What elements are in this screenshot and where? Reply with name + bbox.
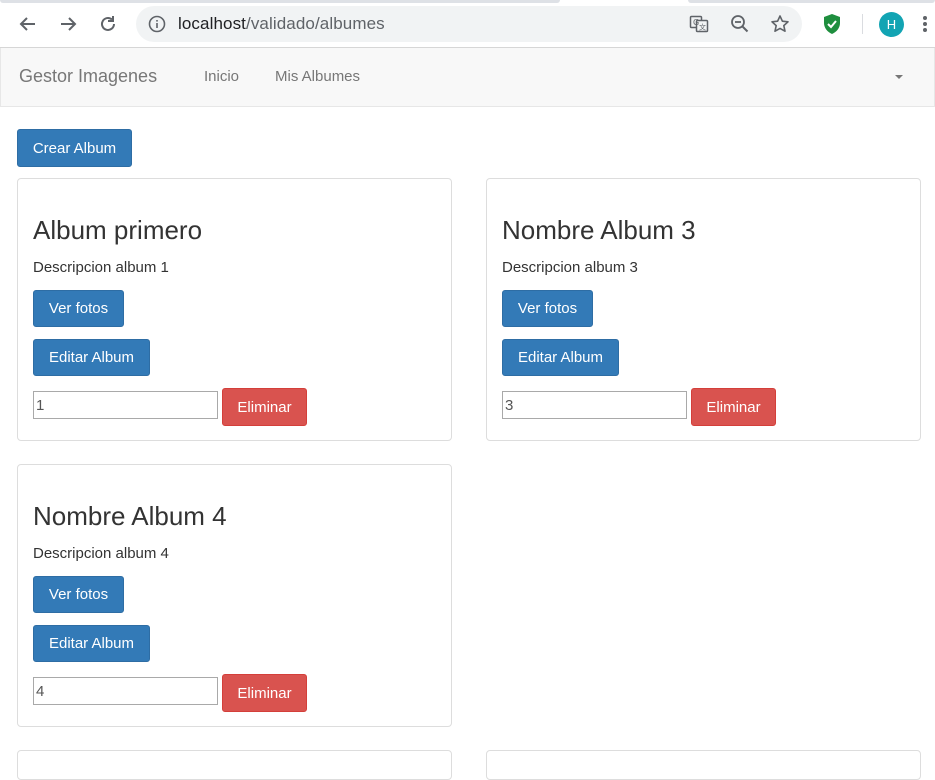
view-photos-button[interactable]: Ver fotos xyxy=(33,576,124,613)
url-host: localhost xyxy=(178,14,246,33)
active-tab-edge[interactable] xyxy=(0,0,560,3)
browser-toolbar: localhost/validado/albumes G文 H xyxy=(0,0,935,48)
album-card: Album primero Descripcion album 1 Ver fo… xyxy=(17,178,452,441)
album-title: Nombre Album 3 xyxy=(502,215,696,245)
menu-dots-icon[interactable] xyxy=(922,15,928,38)
url-path: /validado/albumes xyxy=(246,14,385,33)
album-card-partial xyxy=(17,750,452,780)
album-description: Descripcion album 3 xyxy=(502,259,638,276)
translate-icon[interactable]: G文 xyxy=(689,14,709,34)
forward-button[interactable] xyxy=(55,11,81,37)
inactive-tab-edge[interactable] xyxy=(688,0,935,3)
delete-album-button[interactable]: Eliminar xyxy=(222,388,307,426)
url-text[interactable]: localhost/validado/albumes xyxy=(178,14,385,34)
nav-link-mis-albumes[interactable]: Mis Albumes xyxy=(275,68,360,85)
toolbar-divider xyxy=(862,14,863,34)
album-card-partial xyxy=(486,750,921,780)
edit-album-button[interactable]: Editar Album xyxy=(502,339,619,376)
album-title: Album primero xyxy=(33,215,203,245)
star-icon[interactable] xyxy=(770,14,790,34)
album-title: Nombre Album 4 xyxy=(33,501,227,531)
zoom-out-icon[interactable] xyxy=(730,14,750,34)
create-album-button[interactable]: Crear Album xyxy=(17,129,132,167)
site-info-icon[interactable] xyxy=(148,15,166,38)
reload-icon xyxy=(101,16,115,31)
shield-extension-icon[interactable] xyxy=(822,13,842,40)
album-id-field[interactable] xyxy=(33,391,218,419)
nav-link-inicio[interactable]: Inicio xyxy=(204,68,239,85)
view-photos-button[interactable]: Ver fotos xyxy=(33,290,124,327)
album-card: Nombre Album 3 Descripcion album 3 Ver f… xyxy=(486,178,921,441)
delete-album-button[interactable]: Eliminar xyxy=(691,388,776,426)
edit-album-button[interactable]: Editar Album xyxy=(33,625,150,662)
album-description: Descripcion album 1 xyxy=(33,259,169,276)
arrow-right-icon xyxy=(61,17,77,31)
album-id-field[interactable] xyxy=(502,391,687,419)
back-button[interactable] xyxy=(15,11,41,37)
profile-avatar[interactable]: H xyxy=(879,12,904,37)
reload-button[interactable] xyxy=(95,11,121,37)
edit-album-button[interactable]: Editar Album xyxy=(33,339,150,376)
album-description: Descripcion album 4 xyxy=(33,545,169,562)
svg-text:文: 文 xyxy=(699,23,706,32)
app-navbar: Gestor Imagenes Inicio Mis Albumes xyxy=(0,48,935,107)
album-card: Nombre Album 4 Descripcion album 4 Ver f… xyxy=(17,464,452,727)
view-photos-button[interactable]: Ver fotos xyxy=(502,290,593,327)
dropdown-caret-icon[interactable] xyxy=(895,75,903,79)
delete-album-button[interactable]: Eliminar xyxy=(222,674,307,712)
tab-strip xyxy=(0,0,935,3)
arrow-left-icon xyxy=(19,17,35,31)
address-bar[interactable]: localhost/validado/albumes G文 xyxy=(136,6,802,42)
navbar-brand[interactable]: Gestor Imagenes xyxy=(19,66,157,87)
album-id-field[interactable] xyxy=(33,677,218,705)
